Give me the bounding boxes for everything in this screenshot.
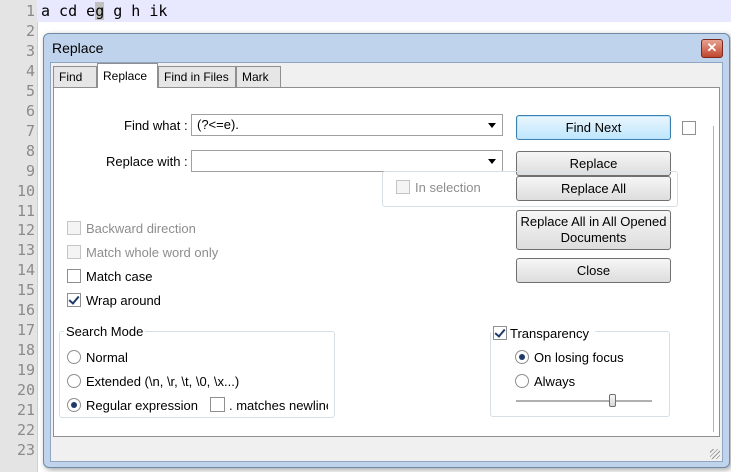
line-number: 12 <box>16 221 35 240</box>
line-number: 20 <box>16 381 35 400</box>
backward-direction-label: Backward direction <box>86 221 196 236</box>
normal-label: Normal <box>86 350 128 365</box>
replace-panel: Find what : (?<=e). Replace with : Find … <box>53 87 720 437</box>
find-next-option-checkbox[interactable] <box>682 121 696 135</box>
line1-text: a cd eg g h ik <box>41 1 167 21</box>
find-what-combo[interactable]: (?<=e). <box>191 114 503 136</box>
dialog-title: Replace <box>52 40 104 56</box>
line-number: 19 <box>16 361 35 380</box>
wrap-around-label: Wrap around <box>86 293 161 308</box>
line-number: 5 <box>25 81 35 100</box>
close-icon[interactable]: ✕ <box>701 39 723 58</box>
match-case-checkbox[interactable] <box>67 269 81 283</box>
line1-text-after: g h ik <box>104 2 168 20</box>
selection-highlight: g <box>95 2 105 20</box>
line-number: 6 <box>25 101 35 120</box>
extended-radio[interactable] <box>67 374 81 388</box>
line1-text-before: a cd e <box>41 2 96 20</box>
normal-radio[interactable] <box>67 350 81 364</box>
slider-thumb[interactable] <box>609 394 616 407</box>
match-case-label: Match case <box>86 269 153 284</box>
replace-dialog: Replace ✕ Find Replace Find in Files Mar… <box>43 33 730 468</box>
find-what-value: (?<=e). <box>197 117 239 132</box>
in-selection-checkbox[interactable] <box>396 180 410 194</box>
current-line[interactable]: a cd eg g h ik <box>37 0 731 22</box>
replace-all-opened-button[interactable]: Replace All in All Opened Documents <box>516 210 671 250</box>
dialog-client-area: Find Replace Find in Files Mark Find wha… <box>50 62 723 462</box>
replace-all-button[interactable]: Replace All <box>516 176 671 201</box>
line-number: 8 <box>25 141 35 160</box>
search-mode-title: Search Mode <box>64 324 146 339</box>
line-number: 1 <box>25 2 35 20</box>
find-next-button[interactable]: Find Next <box>516 115 671 140</box>
always-radio[interactable] <box>515 374 529 388</box>
always-label: Always <box>534 374 576 389</box>
transparency-label: Transparency <box>510 326 589 341</box>
replace-with-combo[interactable] <box>191 150 503 172</box>
line-number-gutter: 1 2 3 4 5 6 7 8 9 10 11 12 13 14 15 16 17 18 19 20 21 22 23 <box>0 0 38 472</box>
line-number: 9 <box>25 161 35 180</box>
dialog-titlebar[interactable]: Replace ✕ <box>44 34 729 62</box>
line-number: 3 <box>25 41 35 60</box>
wrap-around-checkbox[interactable] <box>67 293 81 307</box>
checkmark-icon <box>494 326 506 338</box>
matches-newline-label: . matches newline <box>229 398 328 413</box>
chevron-down-icon[interactable] <box>488 159 496 164</box>
replace-all-opened-label-line2: Documents <box>560 230 627 245</box>
line-number: 7 <box>25 121 35 140</box>
tab-find[interactable]: Find <box>53 66 97 87</box>
find-what-label: Find what : <box>124 118 188 133</box>
matches-newline-checkbox[interactable] <box>210 397 225 412</box>
line-number: 11 <box>16 201 35 220</box>
match-whole-word-checkbox[interactable] <box>67 245 81 259</box>
slider-track <box>516 400 652 403</box>
line-number: 13 <box>16 241 35 260</box>
line-number: 23 <box>16 440 35 459</box>
radio-selected-dot <box>519 354 525 360</box>
line-number: 18 <box>16 341 35 360</box>
extended-label: Extended (\n, \r, \t, \0, \x...) <box>86 374 240 389</box>
transparency-slider[interactable] <box>516 393 652 409</box>
tab-find-in-files[interactable]: Find in Files <box>158 66 236 87</box>
resize-grip-icon[interactable] <box>710 449 720 459</box>
line-number: 4 <box>25 61 35 80</box>
line-number: 16 <box>16 301 35 320</box>
regex-radio[interactable] <box>67 398 81 412</box>
on-losing-focus-label: On losing focus <box>534 350 624 365</box>
chevron-down-icon[interactable] <box>488 123 496 128</box>
match-whole-word-label: Match whole word only <box>86 245 219 260</box>
backward-direction-checkbox[interactable] <box>67 221 81 235</box>
regex-label: Regular expression <box>86 398 199 413</box>
replace-all-opened-label-line1: Replace All in All Opened <box>520 214 667 229</box>
tab-mark[interactable]: Mark <box>236 66 281 87</box>
checkmark-icon <box>68 293 80 305</box>
tab-replace[interactable]: Replace <box>97 63 158 88</box>
in-selection-label: In selection <box>415 180 481 195</box>
line-number: 2 <box>25 21 35 40</box>
line-number: 10 <box>16 181 35 200</box>
panel-right-edge <box>713 126 714 432</box>
close-button[interactable]: Close <box>516 258 671 283</box>
line-number: 15 <box>16 281 35 300</box>
on-losing-focus-radio[interactable] <box>515 350 529 364</box>
replace-with-label: Replace with : <box>106 154 188 169</box>
transparency-checkbox[interactable] <box>493 326 507 340</box>
line-number: 21 <box>16 401 35 419</box>
line-number: 14 <box>16 261 35 280</box>
line-number: 17 <box>16 321 35 340</box>
radio-selected-dot <box>71 402 77 408</box>
line-number: 22 <box>16 420 35 439</box>
